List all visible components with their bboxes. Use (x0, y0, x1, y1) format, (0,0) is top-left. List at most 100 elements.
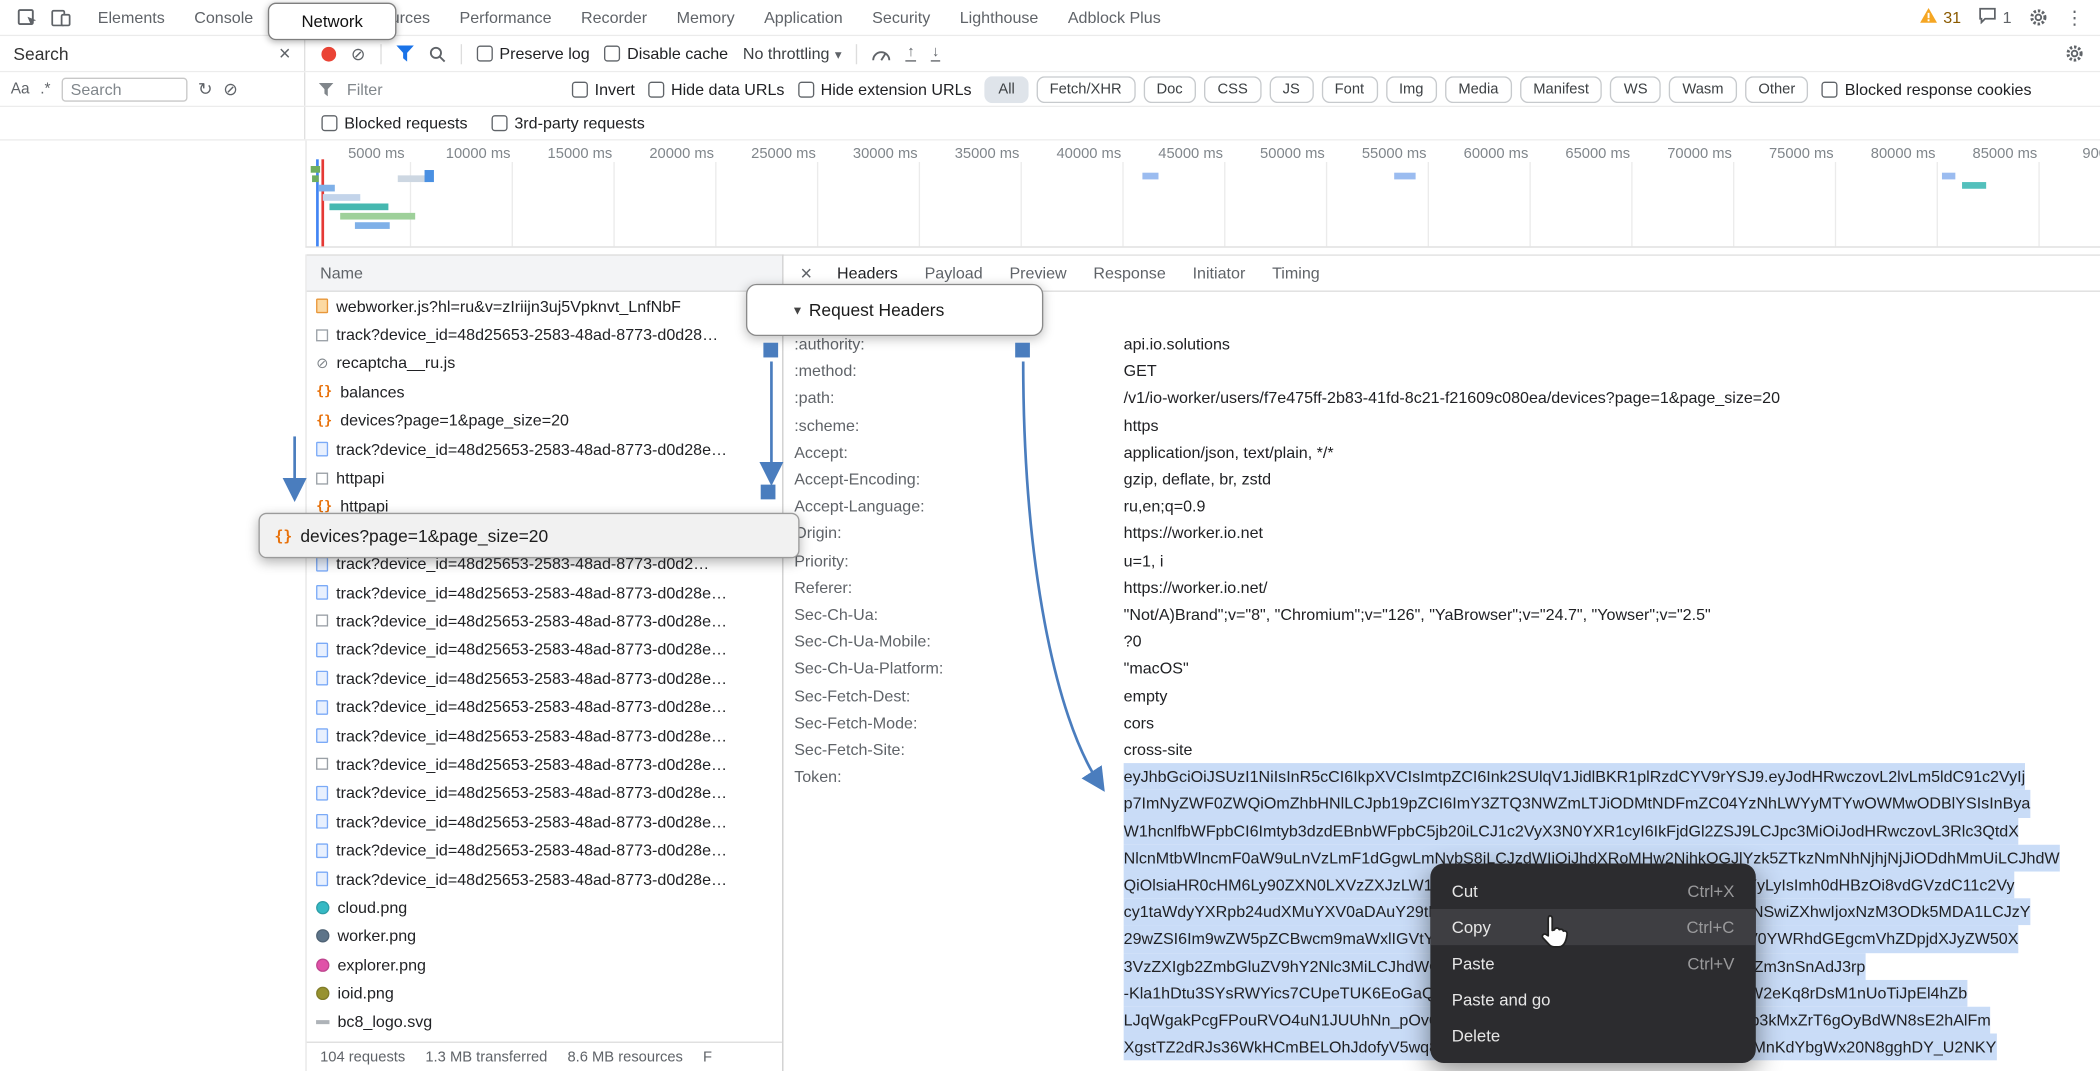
devtools-panel-tab[interactable]: Memory (662, 0, 750, 35)
request-type-filter-pill[interactable]: Img (1386, 76, 1437, 103)
request-row[interactable]: webworker.js?hl=ru&v=zIriijn3uj5Vpknvt_L… (307, 292, 782, 321)
name-column-header[interactable]: Name (307, 254, 782, 291)
warnings-badge[interactable]: 31 (1919, 7, 1961, 28)
context-menu-item[interactable]: Cut Ctrl+X (1430, 873, 1755, 909)
request-row[interactable]: track?device_id=48d25653-2583-48ad-8773-… (307, 865, 782, 894)
devtools-panel-tab[interactable]: Adblock Plus (1053, 0, 1175, 35)
hide-extension-urls-checkbox[interactable]: Hide extension URLs (798, 80, 972, 99)
request-row[interactable]: track?device_id=48d25653-2583-48ad-8773-… (307, 750, 782, 779)
network-conditions-icon[interactable] (872, 46, 891, 61)
settings-gear-icon[interactable] (2029, 8, 2048, 27)
search-close-icon[interactable] (279, 44, 291, 64)
refresh-search-icon[interactable] (198, 80, 213, 97)
request-row[interactable]: balances (307, 378, 782, 407)
header-value[interactable]: u=1, i (1124, 547, 1164, 574)
header-value[interactable]: GET (1124, 358, 1157, 385)
request-row[interactable]: cloud.png (307, 893, 782, 922)
request-row[interactable]: track?device_id=48d25653-2583-48ad-8773-… (307, 693, 782, 722)
blocked-response-cookies-checkbox[interactable]: Blocked response cookies (1822, 80, 2031, 99)
request-row[interactable]: track?device_id=48d25653-2583-48ad-8773-… (307, 836, 782, 865)
network-settings-gear-icon[interactable] (2065, 44, 2084, 63)
clear-search-icon[interactable] (223, 80, 238, 97)
header-value[interactable]: api.io.solutions (1124, 331, 1230, 358)
request-row[interactable]: recaptcha__ru.js (307, 349, 782, 378)
header-value[interactable]: cross-site (1124, 736, 1193, 763)
issues-badge[interactable]: 1 (1979, 7, 2012, 28)
request-row[interactable]: track?device_id=48d25653-2583-48ad-8773-… (307, 578, 782, 607)
request-row[interactable]: ioid.png (307, 979, 782, 1008)
hide-data-urls-checkbox[interactable]: Hide data URLs (648, 80, 784, 99)
blocked-requests-checkbox[interactable]: Blocked requests (321, 114, 467, 133)
request-row[interactable]: bc8_logo.svg (307, 1008, 782, 1037)
network-tab-callout[interactable]: Network (268, 3, 397, 40)
request-type-filter-pill[interactable]: Font (1321, 76, 1377, 103)
request-row[interactable]: track?device_id=48d25653-2583-48ad-8773-… (307, 435, 782, 464)
details-tab[interactable]: Initiator (1179, 256, 1258, 291)
request-row[interactable]: worker.png (307, 922, 782, 951)
devtools-panel-tab[interactable]: Security (857, 0, 945, 35)
export-har-icon[interactable]: ↓ (931, 46, 941, 62)
header-value[interactable]: ru,en;q=0.9 (1124, 493, 1206, 520)
filter-toggle-icon[interactable] (396, 46, 413, 62)
context-menu-item[interactable]: Paste Ctrl+V (1430, 945, 1755, 981)
request-type-filter-pill[interactable]: All (985, 76, 1028, 103)
request-type-filter-pill[interactable]: Wasm (1669, 76, 1737, 103)
request-type-filter-pill[interactable]: Manifest (1520, 76, 1602, 103)
request-type-filter-pill[interactable]: Media (1445, 76, 1512, 103)
header-value[interactable]: application/json, text/plain, */* (1124, 439, 1334, 466)
regex-button[interactable]: .* (40, 81, 50, 97)
clear-network-log-icon[interactable] (351, 45, 366, 62)
header-value[interactable]: https://worker.io.net/ (1124, 574, 1268, 601)
request-row[interactable]: httpapi (307, 464, 782, 493)
devtools-panel-tab[interactable]: Performance (445, 0, 566, 35)
request-row[interactable]: track?device_id=48d25653-2583-48ad-8773-… (307, 779, 782, 808)
request-row[interactable]: devices?page=1&page_size=20 (307, 406, 782, 435)
request-row[interactable]: track?device_id=48d25653-2583-48ad-8773-… (307, 635, 782, 664)
details-tab[interactable]: Response (1080, 256, 1179, 291)
header-value[interactable]: "Not/A)Brand";v="8", "Chromium";v="126",… (1124, 601, 1711, 628)
filter-input[interactable] (347, 80, 559, 99)
request-type-filter-pill[interactable]: Fetch/XHR (1036, 76, 1135, 103)
header-value[interactable]: /v1/io-worker/users/f7e475ff-2b83-41fd-8… (1124, 385, 1780, 412)
dragged-request-callout[interactable]: devices?page=1&page_size=20 (258, 513, 799, 559)
request-headers-callout[interactable]: Request Headers (746, 284, 1043, 336)
preserve-log-checkbox[interactable]: Preserve log (477, 44, 590, 63)
disable-cache-checkbox[interactable]: Disable cache (604, 44, 728, 63)
header-value[interactable]: https (1124, 412, 1159, 439)
context-menu-item[interactable]: Delete (1430, 1017, 1755, 1053)
header-value[interactable]: gzip, deflate, br, zstd (1124, 466, 1271, 493)
header-value[interactable]: cors (1124, 709, 1154, 736)
search-input[interactable] (61, 77, 187, 101)
context-menu-item[interactable]: Paste and go (1430, 981, 1755, 1017)
devtools-panel-tab[interactable]: Application (749, 0, 857, 35)
request-row[interactable]: track?device_id=48d25653-2583-48ad-8773-… (307, 607, 782, 636)
devtools-panel-tab[interactable]: Console (180, 0, 268, 35)
devtools-panel-tab[interactable]: Elements (83, 0, 179, 35)
devtools-panel-tab[interactable]: Lighthouse (945, 0, 1053, 35)
request-row[interactable]: track?device_id=48d25653-2583-48ad-8773-… (307, 721, 782, 750)
header-value[interactable]: ?0 (1124, 628, 1142, 655)
devtools-panel-tab[interactable]: Recorder (566, 0, 662, 35)
header-value[interactable]: https://worker.io.net (1124, 520, 1263, 547)
throttling-select[interactable]: No throttling (743, 44, 842, 63)
record-button[interactable] (321, 46, 336, 61)
request-type-filter-pill[interactable]: WS (1610, 76, 1661, 103)
request-row[interactable]: explorer.png (307, 950, 782, 979)
header-value[interactable]: empty (1124, 682, 1168, 709)
close-details-icon[interactable] (789, 262, 824, 285)
context-menu-item[interactable]: Copy Ctrl+C (1430, 909, 1755, 945)
request-row[interactable]: track?device_id=48d25653-2583-48ad-8773-… (307, 664, 782, 693)
request-type-filter-pill[interactable]: Doc (1143, 76, 1196, 103)
invert-checkbox[interactable]: Invert (572, 80, 635, 99)
inspect-element-icon[interactable] (17, 8, 37, 27)
import-har-icon[interactable]: ↑ (906, 46, 916, 62)
third-party-requests-checkbox[interactable]: 3rd-party requests (492, 114, 645, 133)
device-toolbar-icon[interactable] (51, 9, 71, 26)
overview-timeline[interactable]: 5000 ms10000 ms15000 ms20000 ms25000 ms3… (305, 141, 2100, 248)
request-type-filter-pill[interactable]: CSS (1204, 76, 1261, 103)
request-row[interactable]: track?device_id=48d25653-2583-48ad-8773-… (307, 807, 782, 836)
details-tab[interactable]: Timing (1259, 256, 1333, 291)
match-case-button[interactable]: Aa (11, 81, 30, 97)
request-type-filter-pill[interactable]: Other (1745, 76, 1809, 103)
header-value[interactable]: "macOS" (1124, 655, 1189, 682)
